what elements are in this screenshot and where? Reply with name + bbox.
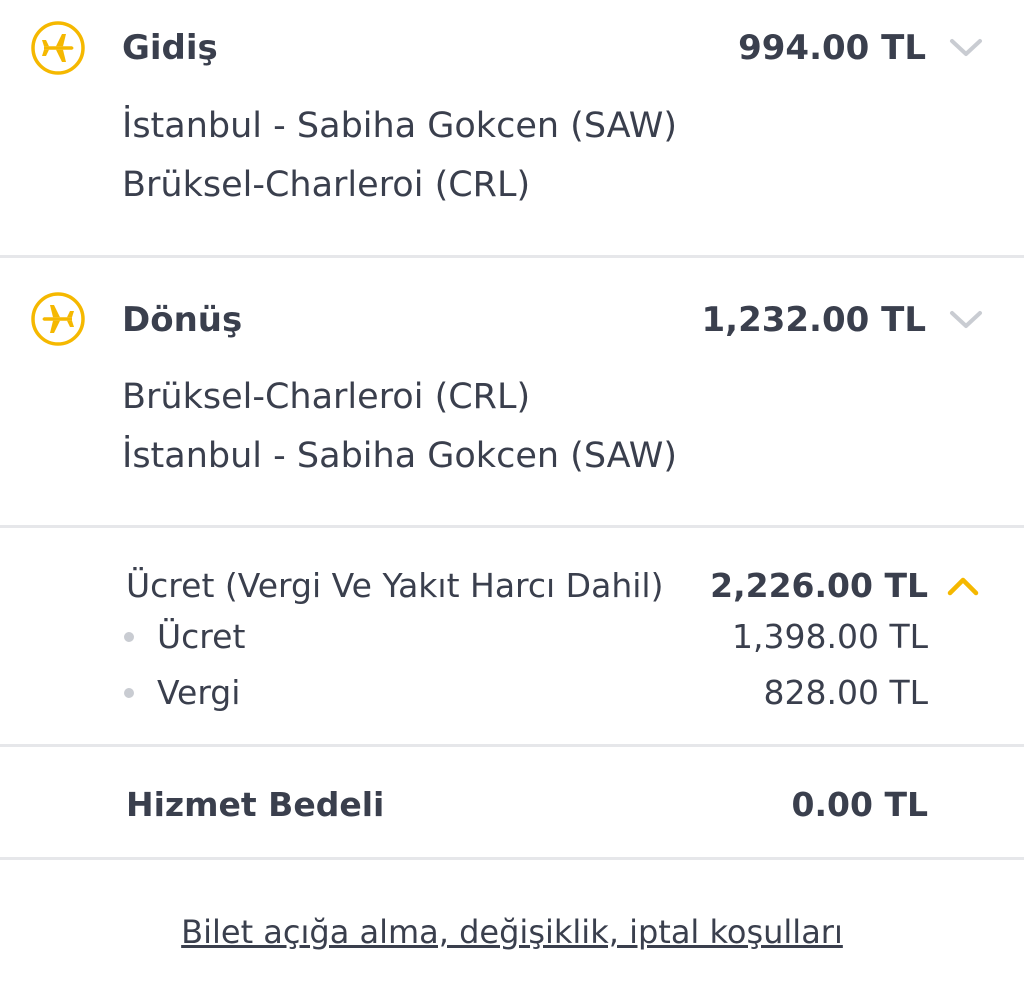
service-fee-row: Hizmet Bedeli 0.00 TL xyxy=(0,747,1024,857)
fare-total: 2,226.00 TL xyxy=(710,566,928,605)
chevron-down-icon[interactable] xyxy=(948,36,984,60)
outbound-title: Gidiş xyxy=(122,28,218,68)
bullet xyxy=(124,688,134,698)
return-route-from: Brüksel-Charleroi (CRL) xyxy=(122,377,531,417)
fare-breakdown: Ücret (Vergi Ve Yakıt Harcı Dahil) 2,226… xyxy=(0,528,1024,744)
chevron-up-icon[interactable] xyxy=(946,575,980,597)
service-fee-value: 0.00 TL xyxy=(791,785,928,824)
return-title: Dönüş xyxy=(122,300,243,340)
airplane-departure-icon xyxy=(31,21,85,75)
return-price: 1,232.00 TL xyxy=(701,300,926,340)
airplane-return-icon xyxy=(31,292,85,346)
tax-item-label: Vergi xyxy=(157,673,241,712)
service-fee-label: Hizmet Bedeli xyxy=(126,785,385,824)
fare-item-value: 1,398.00 TL xyxy=(732,617,928,656)
chevron-down-icon[interactable] xyxy=(948,308,984,332)
terms-link[interactable]: Bilet açığa alma, değişiklik, iptal koşu… xyxy=(0,912,1024,952)
outbound-route-from: İstanbul - Sabiha Gokcen (SAW) xyxy=(122,106,677,146)
divider xyxy=(0,857,1024,860)
bullet xyxy=(124,632,134,642)
return-leg[interactable]: Dönüş 1,232.00 TL Brüksel-Charleroi (CRL… xyxy=(0,258,1024,526)
outbound-route-to: Brüksel-Charleroi (CRL) xyxy=(122,165,531,205)
outbound-price: 994.00 TL xyxy=(738,28,926,68)
fare-item-label: Ücret xyxy=(157,617,246,656)
outbound-leg[interactable]: Gidiş 994.00 TL İstanbul - Sabiha Gokcen… xyxy=(0,0,1024,255)
return-route-to: İstanbul - Sabiha Gokcen (SAW) xyxy=(122,436,677,476)
tax-item-value: 828.00 TL xyxy=(763,673,928,712)
fare-title: Ücret (Vergi Ve Yakıt Harcı Dahil) xyxy=(126,566,664,605)
